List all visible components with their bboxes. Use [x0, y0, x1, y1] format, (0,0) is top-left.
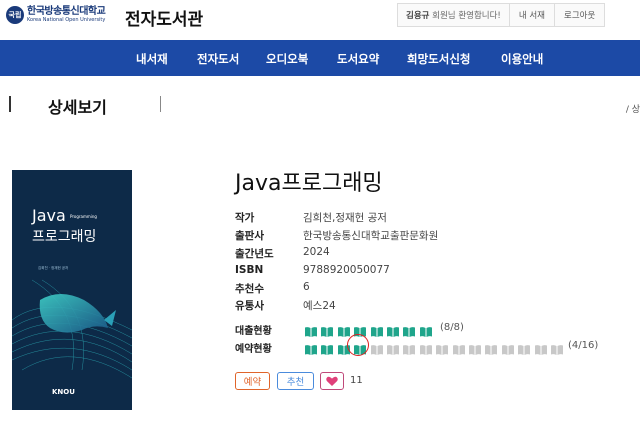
book-cover[interactable]: Java Programming 프로그래밍 김희천 · 정재헌 공저 KNOU [12, 170, 132, 410]
cover-title-en-small: Programming [70, 214, 97, 219]
top-bar: 국립 한국방송통신대학교 Korea National Open Univers… [0, 0, 640, 38]
main-nav: 내서재 전자도서 오디오북 도서요약 희망도서신청 이용안내 [0, 40, 640, 76]
cover-authors: 김희천 · 정재헌 공저 [38, 266, 69, 270]
my-library-link[interactable]: 내 서재 [510, 9, 554, 21]
meta-value: 예스24 [303, 300, 336, 312]
logo-korean: 한국방송통신대학교 [27, 6, 106, 17]
book-icon [501, 341, 515, 355]
divider [160, 96, 161, 112]
loan-count: (8/8) [440, 322, 464, 333]
cover-title-ko: 프로그래밍 [32, 229, 97, 245]
book-icon [370, 323, 384, 337]
meta-label: 작가 [235, 212, 255, 224]
university-logo[interactable]: 국립 한국방송통신대학교 Korea National Open Univers… [6, 6, 106, 24]
user-box: 김용규 회원님 환영합니다! 내 서재 로그아웃 [397, 3, 606, 27]
nav-item-ebooks[interactable]: 전자도서 [197, 51, 239, 67]
logout-link[interactable]: 로그아웃 [555, 9, 604, 21]
welcome-text: 회원님 환영합니다! [429, 11, 501, 21]
like-count: 11 [350, 375, 363, 386]
book-icon [517, 341, 531, 355]
meta-label: 출간년도 [235, 248, 274, 260]
logo-english: Korea National Open University [27, 17, 106, 23]
nav-item-audiobooks[interactable]: 오디오북 [266, 51, 308, 67]
meta-value: 2024 [303, 246, 330, 258]
book-icon [386, 323, 400, 337]
book-icon [370, 341, 384, 355]
annotation-circle [347, 334, 369, 356]
book-icon [320, 341, 334, 355]
loan-status-label: 대출현황 [235, 326, 272, 337]
cover-publisher-mark: KNOU [52, 388, 75, 396]
meta-value: 6 [303, 281, 310, 293]
cover-art [12, 279, 132, 379]
book-icon [320, 323, 334, 337]
emblem-label: 국립 [8, 11, 22, 19]
reserve-button[interactable]: 예약 [235, 372, 270, 390]
book-title: Java프로그래밍 [235, 171, 383, 196]
nav-item-my-library[interactable]: 내서재 [136, 51, 168, 67]
book-icon [550, 341, 564, 355]
recommend-button[interactable]: 추천 [277, 372, 314, 390]
book-icon [402, 323, 416, 337]
meta-label: ISBN [235, 264, 264, 276]
book-icon [419, 341, 433, 355]
book-icon [304, 323, 318, 337]
meta-value: 김희천,정재헌 공저 [303, 212, 387, 224]
site-title[interactable]: 전자도서관 [125, 5, 203, 30]
nav-item-book-request[interactable]: 희망도서신청 [407, 51, 470, 67]
book-icon [452, 341, 466, 355]
reserve-status-label: 예약현황 [235, 344, 272, 355]
book-icon [402, 341, 416, 355]
nav-item-guide[interactable]: 이용안내 [501, 51, 543, 67]
accent-bar [9, 96, 11, 112]
book-icon [419, 323, 433, 337]
book-icon [337, 323, 351, 337]
book-icon [386, 341, 400, 355]
reserve-count: (4/16) [568, 340, 599, 351]
book-icon [468, 341, 482, 355]
book-icon [435, 341, 449, 355]
welcome-message: 김용규 회원님 환영합니다! [398, 9, 509, 21]
meta-label: 유통사 [235, 300, 264, 312]
meta-label: 추천수 [235, 283, 264, 295]
meta-value: 9788920050077 [303, 264, 390, 276]
book-icon [484, 341, 498, 355]
user-name: 김용규 [406, 11, 430, 21]
nav-item-book-summary[interactable]: 도서요약 [337, 51, 379, 67]
meta-label: 출판사 [235, 230, 264, 242]
book-icon [534, 341, 548, 355]
breadcrumb[interactable]: / 상 [626, 102, 640, 115]
emblem-icon: 국립 [6, 6, 24, 24]
book-icon [304, 341, 318, 355]
meta-value: 한국방송통신대학교출판문화원 [303, 230, 439, 242]
page-title: 상세보기 [48, 98, 107, 117]
page-header: 상세보기 [0, 76, 640, 132]
like-button[interactable] [320, 372, 344, 390]
heart-icon [326, 376, 338, 386]
cover-title-en: Java [32, 206, 66, 225]
